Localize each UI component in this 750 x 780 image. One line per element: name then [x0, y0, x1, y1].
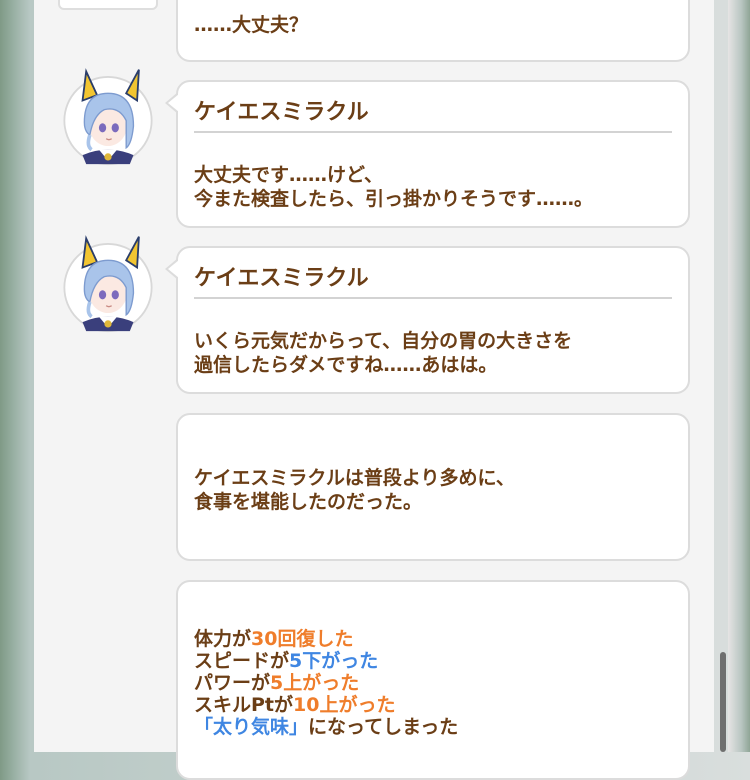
bubble-tail	[165, 258, 179, 280]
narration-line: 食事を堪能したのだった。	[194, 491, 423, 513]
character-avatar-icon	[63, 68, 153, 166]
message-line: いくら元気だからって、自分の胃の大きさを	[194, 330, 573, 352]
message-bubble-previous: ……大丈夫？	[176, 0, 690, 62]
condition-status: 「太り気味」	[194, 716, 309, 738]
result-effect: になってしまった	[308, 716, 459, 738]
background-edge	[728, 0, 750, 752]
character-avatar-icon	[63, 235, 153, 333]
message-line: 過信したらダメですね……あはは。	[194, 354, 498, 376]
previous-avatar-frame	[58, 0, 158, 10]
speaker-divider	[194, 297, 672, 299]
message-bubble: ケイエスミラクル いくら元気だからって、自分の胃の大きさを 過信したらダメですね…	[165, 246, 690, 394]
narration-line: ケイエスミラクルは普段より多めに、	[194, 467, 515, 489]
message-line: ……大丈夫？	[194, 14, 309, 36]
result-condition: 「太り気味」になってしまった	[194, 712, 458, 739]
scrollbar-thumb[interactable]	[720, 652, 726, 752]
narration-box: ケイエスミラクルは普段より多めに、 食事を堪能したのだった。	[176, 413, 690, 561]
message-line: 大丈夫です……けど、	[194, 164, 384, 186]
message-bubble: ケイエスミラクル 大丈夫です……けど、 今また検査したら、引っ掛かりそうです………	[165, 80, 690, 228]
speaker-name: ケイエスミラクル	[194, 100, 369, 125]
speaker-name: ケイエスミラクル	[194, 266, 369, 291]
bubble-tail	[165, 92, 179, 114]
message-line: 今また検査したら、引っ掛かりそうです……。	[194, 188, 594, 210]
result-box: 体力が30回復した スピードが5下がった パワーが5上がった スキルPtが10上…	[176, 580, 690, 780]
speaker-divider	[194, 131, 672, 133]
